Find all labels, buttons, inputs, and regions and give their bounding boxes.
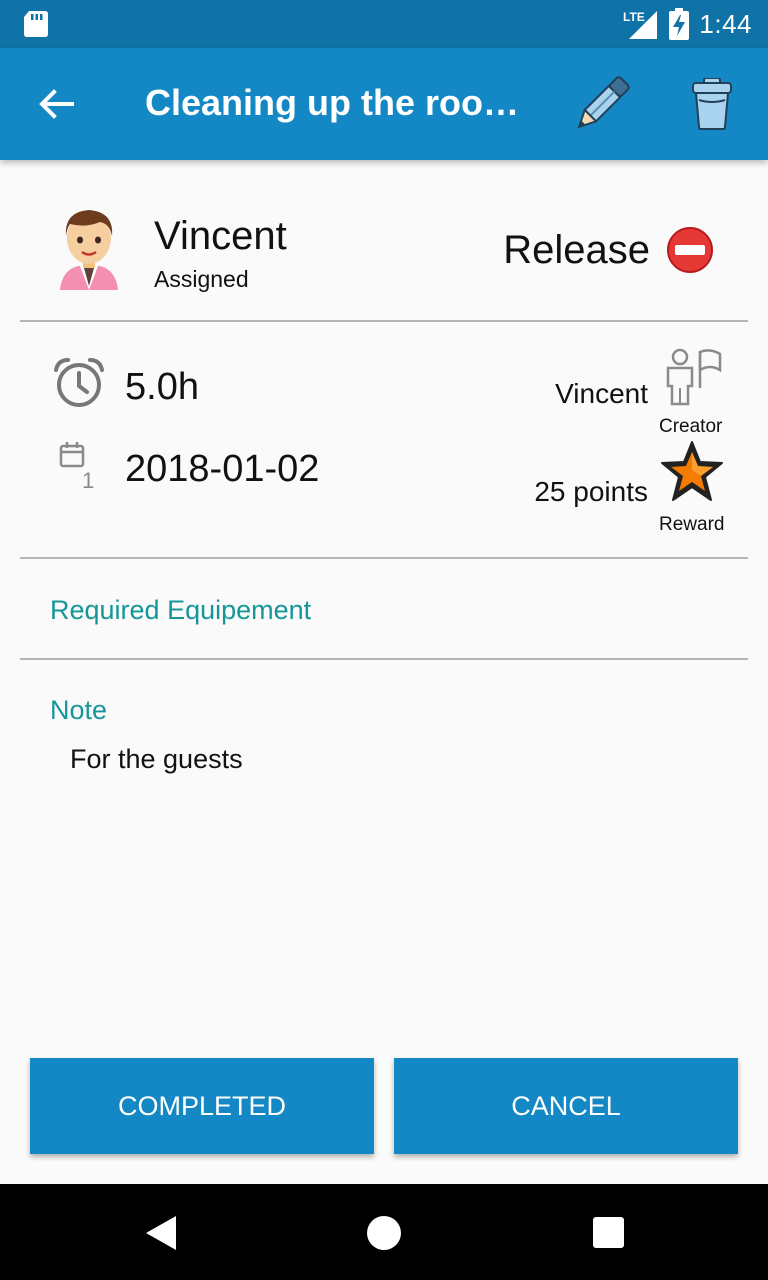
svg-text:1: 1 <box>82 468 94 490</box>
reward-points: 25 points <box>534 476 648 507</box>
battery-charging-icon <box>669 8 690 40</box>
system-nav-bar <box>0 1184 768 1280</box>
status-bar: LTE 1:44 <box>0 0 768 48</box>
task-info-section: 5.0h 1 2018-01-02 Vincent Creator 25 poi… <box>0 322 768 558</box>
no-entry-icon <box>667 227 713 273</box>
creator-name: Vincent <box>555 378 648 409</box>
assignee-name: Vincent <box>154 214 287 258</box>
avatar <box>60 210 118 290</box>
signal-icon: LTE <box>623 10 658 39</box>
required-equipment-title[interactable]: Required Equipement <box>50 595 311 626</box>
app-bar: Cleaning up the roo… <box>0 48 768 160</box>
creator-label: Creator <box>659 416 723 437</box>
alarm-clock-icon <box>54 358 104 407</box>
task-duration: 5.0h <box>125 366 199 408</box>
clock-time: 1:44 <box>699 8 752 39</box>
release-button[interactable]: Release <box>503 226 714 274</box>
divider <box>20 658 748 660</box>
star-icon <box>661 441 723 501</box>
completed-button[interactable]: COMPLETED <box>30 1058 374 1154</box>
note-text: For the guests <box>70 744 243 774</box>
note-title: Note <box>50 695 108 725</box>
release-label: Release <box>503 227 650 272</box>
back-arrow-icon[interactable] <box>34 82 78 126</box>
trash-icon[interactable] <box>690 78 734 130</box>
calendar-icon: 1 <box>59 442 94 490</box>
task-date: 2018-01-02 <box>125 448 320 490</box>
sd-card-icon <box>24 11 48 37</box>
page-title: Cleaning up the roo… <box>145 82 519 123</box>
nav-recents-icon[interactable] <box>593 1217 624 1248</box>
nav-back-icon[interactable] <box>144 1214 178 1252</box>
assignee-status: Assigned <box>154 266 249 292</box>
pencil-icon[interactable] <box>570 74 632 136</box>
svg-text:LTE: LTE <box>623 10 645 24</box>
reward-label: Reward <box>659 514 725 535</box>
divider <box>20 557 748 559</box>
assignee-section: Vincent Assigned Release <box>0 160 768 320</box>
creator-icon <box>666 348 722 406</box>
cancel-button[interactable]: CANCEL <box>394 1058 738 1154</box>
nav-home-icon[interactable] <box>367 1216 401 1250</box>
